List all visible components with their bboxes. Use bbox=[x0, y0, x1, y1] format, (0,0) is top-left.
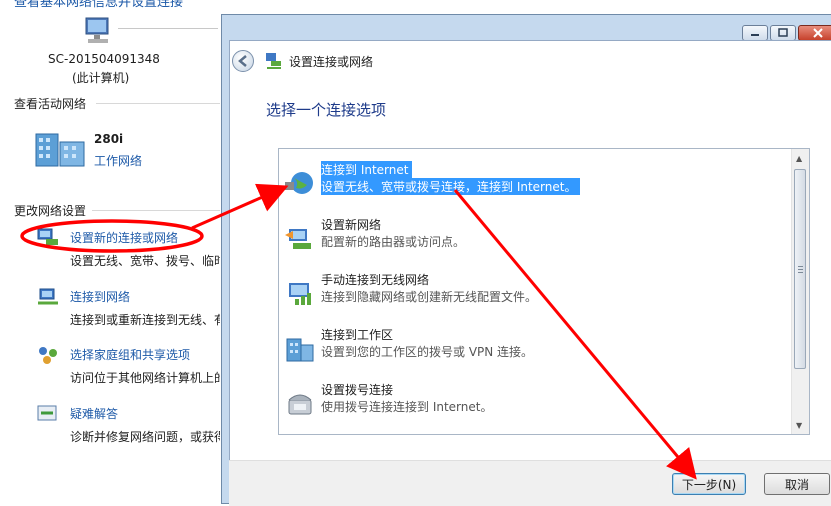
work-network-icon bbox=[35, 133, 85, 167]
globe-icon bbox=[285, 172, 313, 194]
next-button[interactable]: 下一步(N) bbox=[672, 473, 746, 495]
setup-new-connection-desc: 设置无线、宽带、拨号、临时 bbox=[70, 254, 220, 268]
minimize-icon bbox=[751, 34, 759, 36]
homegroup-sharing-desc: 访问位于其他网络计算机上的 bbox=[70, 371, 220, 385]
option-desc: 配置新的路由器或访问点。 bbox=[321, 235, 466, 249]
new-connection-icon bbox=[37, 228, 58, 245]
network-name: 280i bbox=[94, 132, 124, 146]
network-type-link[interactable]: 工作网络 bbox=[94, 152, 142, 169]
network-setup-icon bbox=[266, 53, 281, 69]
close-button[interactable] bbox=[798, 25, 831, 41]
option-title: 设置拨号连接 bbox=[321, 383, 394, 397]
option-workplace[interactable]: 连接到工作区 设置到您的工作区的拨号或 VPN 连接。 bbox=[281, 325, 786, 371]
option-dialup[interactable]: 设置拨号连接 使用拨号连接连接到 Internet。 bbox=[281, 380, 786, 426]
minimize-button[interactable] bbox=[742, 25, 768, 41]
maximize-button[interactable] bbox=[770, 25, 796, 41]
homegroup-icon bbox=[39, 347, 57, 364]
scroll-thumb[interactable] bbox=[794, 169, 806, 369]
close-icon bbox=[813, 28, 823, 38]
connect-to-network-link[interactable]: 连接到网络 bbox=[70, 288, 130, 305]
option-connect-internet[interactable]: 连接到 Internet 设置无线、宽带或拨号连接，连接到 Internet。 bbox=[281, 160, 786, 206]
router-icon bbox=[285, 229, 311, 249]
dialog-footer: 下一步(N) 取消 bbox=[229, 460, 831, 506]
option-desc: 使用拨号连接连接到 Internet。 bbox=[321, 400, 493, 414]
separator bbox=[92, 210, 220, 211]
homegroup-sharing-link[interactable]: 选择家庭组和共享选项 bbox=[70, 346, 190, 363]
connect-to-network-desc: 连接到或重新连接到无线、有 bbox=[70, 313, 220, 327]
scrollbar[interactable]: ▲ ▼ bbox=[791, 149, 809, 434]
troubleshoot-link[interactable]: 疑难解答 bbox=[70, 405, 118, 422]
option-new-network[interactable]: 设置新网络 配置新的路由器或访问点。 bbox=[281, 215, 786, 261]
wireless-network-icon bbox=[289, 283, 311, 305]
workplace-building-icon bbox=[286, 338, 314, 362]
page-heading: 选择一个连接选项 bbox=[266, 101, 387, 119]
dialog-title: 设置连接或网络 bbox=[289, 55, 374, 69]
cancel-button[interactable]: 取消 bbox=[764, 473, 830, 495]
troubleshoot-desc: 诊断并修复网络问题，或获得 bbox=[70, 430, 220, 444]
connection-line bbox=[118, 28, 218, 29]
computer-name: SC-201504091348 bbox=[48, 52, 160, 66]
option-title: 设置新网络 bbox=[321, 218, 382, 232]
change-settings-label: 更改网络设置 bbox=[14, 204, 87, 218]
option-desc: 设置无线、宽带或拨号连接，连接到 Internet。 bbox=[321, 178, 581, 195]
setup-connection-dialog: 设置连接或网络 选择一个连接选项 连接到 Internet 设置无线、宽带或拨号… bbox=[221, 14, 831, 506]
scroll-down-arrow-icon[interactable]: ▼ bbox=[796, 421, 802, 430]
scroll-up-arrow-icon[interactable]: ▲ bbox=[796, 154, 802, 163]
back-button[interactable] bbox=[232, 50, 254, 72]
active-networks-label: 查看活动网络 bbox=[14, 97, 87, 111]
option-desc: 设置到您的工作区的拨号或 VPN 连接。 bbox=[321, 345, 534, 359]
scroll-grip bbox=[798, 266, 803, 274]
back-arrow-icon bbox=[238, 55, 247, 67]
maximize-icon bbox=[778, 28, 788, 37]
option-manual-wireless[interactable]: 手动连接到无线网络 连接到隐藏网络或创建新无线配置文件。 bbox=[281, 270, 786, 316]
connect-network-icon bbox=[38, 288, 58, 305]
computer-sub-label: (此计算机) bbox=[72, 71, 130, 85]
computer-icon bbox=[85, 17, 109, 43]
telephone-icon bbox=[288, 394, 312, 415]
connection-options-list: 连接到 Internet 设置无线、宽带或拨号连接，连接到 Internet。 … bbox=[278, 148, 810, 435]
option-title: 连接到工作区 bbox=[321, 328, 394, 342]
page-title: 查看基本网络信息并设置连接 bbox=[14, 0, 184, 10]
separator bbox=[96, 103, 220, 104]
option-desc: 连接到隐藏网络或创建新无线配置文件。 bbox=[321, 290, 538, 304]
troubleshoot-icon bbox=[37, 405, 57, 421]
option-title: 连接到 Internet bbox=[321, 161, 413, 178]
setup-new-connection-link[interactable]: 设置新的连接或网络 bbox=[70, 229, 178, 246]
option-title: 手动连接到无线网络 bbox=[321, 273, 430, 287]
